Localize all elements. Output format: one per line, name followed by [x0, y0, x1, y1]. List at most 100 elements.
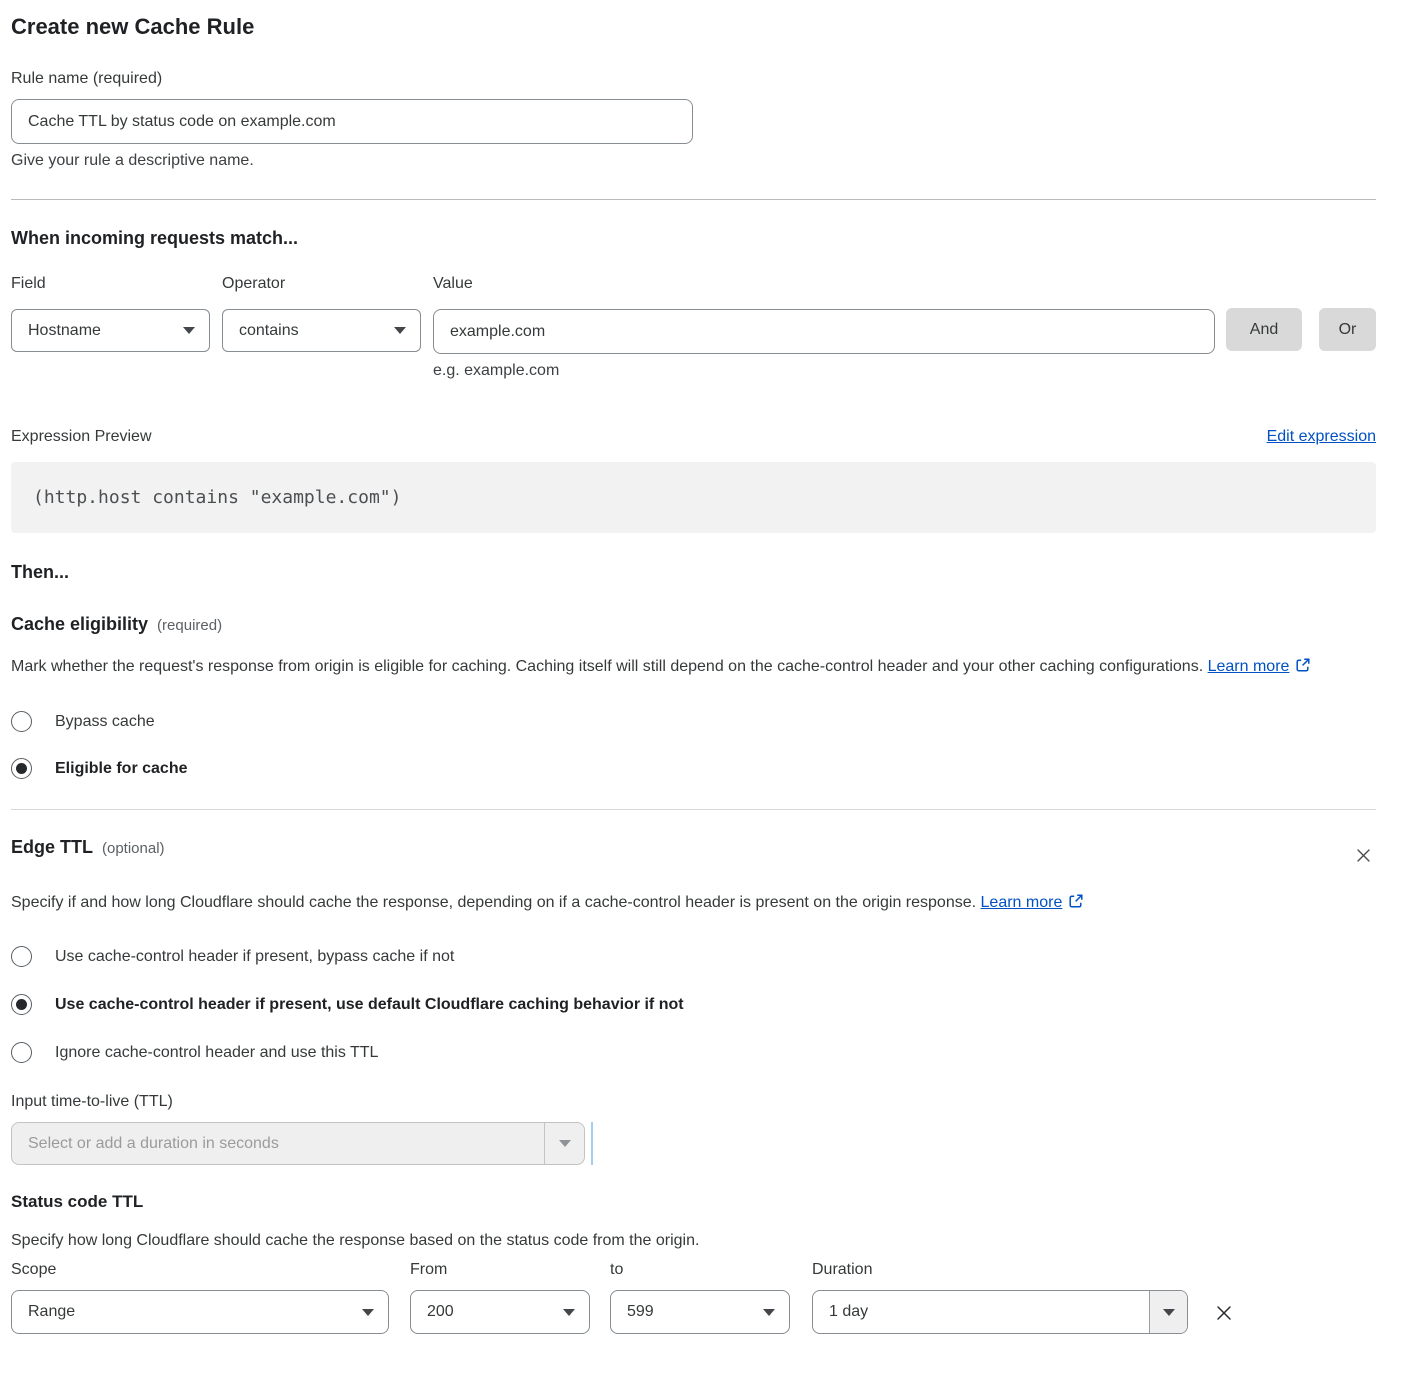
- status-code-ttl-description: Specify how long Cloudflare should cache…: [11, 1232, 1376, 1250]
- close-icon: [1212, 1313, 1236, 1328]
- to-column: to 599: [610, 1261, 790, 1334]
- ttl-duration-placeholder: Select or add a duration in seconds: [12, 1123, 544, 1164]
- create-cache-rule-form: Create new Cache Rule Rule name (require…: [11, 0, 1376, 1334]
- edge-ttl-option-bypass[interactable]: Use cache-control header if present, byp…: [11, 946, 1376, 967]
- to-select-value: 599: [627, 1303, 654, 1321]
- radio-checked-icon: [11, 758, 32, 779]
- external-link-icon: [1068, 891, 1084, 919]
- operator-select[interactable]: contains: [222, 309, 421, 352]
- ttl-duration-select[interactable]: Select or add a duration in seconds: [11, 1122, 585, 1165]
- bypass-cache-label: Bypass cache: [55, 713, 155, 731]
- text-cursor: [591, 1122, 593, 1165]
- field-select[interactable]: Hostname: [11, 309, 210, 352]
- edge-ttl-description-text: Specify if and how long Cloudflare shoul…: [11, 894, 976, 911]
- bypass-cache-option[interactable]: Bypass cache: [11, 711, 1376, 732]
- expression-preview-box: (http.host contains "example.com"): [11, 462, 1376, 533]
- cache-eligibility-required-note: (required): [157, 617, 222, 634]
- chevron-down-icon: [763, 1309, 775, 1316]
- close-icon: [1353, 854, 1374, 869]
- expression-header: Expression Preview Edit expression: [11, 428, 1376, 446]
- edge-ttl-option-bypass-label: Use cache-control header if present, byp…: [55, 948, 454, 966]
- edge-ttl-option-default[interactable]: Use cache-control header if present, use…: [11, 994, 1376, 1015]
- external-link-icon: [1295, 655, 1311, 683]
- remove-status-ttl-row-button[interactable]: [1210, 1299, 1238, 1330]
- to-select[interactable]: 599: [610, 1290, 790, 1334]
- rule-name-helper: Give your rule a descriptive name.: [11, 152, 1376, 170]
- chevron-down-icon: [563, 1309, 575, 1316]
- scope-select[interactable]: Range: [11, 1290, 389, 1334]
- cache-eligibility-heading-row: Cache eligibility (required): [11, 614, 1376, 635]
- value-label: Value: [433, 275, 1215, 293]
- radio-checked-icon: [11, 994, 32, 1015]
- duration-select-value: 1 day: [813, 1291, 1149, 1333]
- page-title: Create new Cache Rule: [11, 0, 1376, 40]
- duration-select-arrow[interactable]: [1149, 1291, 1187, 1333]
- cache-eligibility-learn-more-link[interactable]: Learn more: [1208, 658, 1290, 675]
- to-label: to: [610, 1261, 790, 1279]
- expression-code: (http.host contains "example.com"): [33, 487, 401, 508]
- scope-label: Scope: [11, 1261, 389, 1279]
- ttl-input-group: Input time-to-live (TTL) Select or add a…: [11, 1093, 1376, 1165]
- value-input[interactable]: [433, 309, 1215, 354]
- edge-ttl-option-ignore[interactable]: Ignore cache-control header and use this…: [11, 1042, 1376, 1063]
- edge-ttl-heading-group: Edge TTL (optional): [11, 837, 165, 858]
- chevron-down-icon: [183, 327, 195, 334]
- chevron-down-icon: [394, 327, 406, 334]
- value-column: Value e.g. example.com: [433, 275, 1215, 380]
- cache-eligibility-heading: Cache eligibility: [11, 614, 148, 635]
- from-select-value: 200: [427, 1303, 454, 1321]
- ttl-duration-arrow[interactable]: [544, 1123, 584, 1164]
- status-code-ttl-heading: Status code TTL: [11, 1192, 1376, 1212]
- edge-ttl-option-ignore-label: Ignore cache-control header and use this…: [55, 1044, 378, 1062]
- eligible-for-cache-label: Eligible for cache: [55, 760, 187, 778]
- cache-eligibility-options: Bypass cache Eligible for cache: [11, 711, 1376, 779]
- duration-column: Duration 1 day: [812, 1261, 1188, 1334]
- chevron-down-icon: [559, 1140, 571, 1147]
- eligible-for-cache-option[interactable]: Eligible for cache: [11, 758, 1376, 779]
- edit-expression-link[interactable]: Edit expression: [1267, 428, 1376, 446]
- operator-column: Operator contains: [222, 275, 421, 352]
- duration-label: Duration: [812, 1261, 1188, 1279]
- and-button[interactable]: And: [1226, 308, 1302, 351]
- edge-ttl-heading: Edge TTL: [11, 837, 93, 858]
- section-divider: [11, 199, 1376, 200]
- scope-select-value: Range: [28, 1303, 75, 1321]
- ttl-input-row: Select or add a duration in seconds: [11, 1122, 1376, 1165]
- operator-select-value: contains: [239, 322, 299, 340]
- from-select[interactable]: 200: [410, 1290, 590, 1334]
- value-helper: e.g. example.com: [433, 362, 1215, 380]
- edge-ttl-option-default-label: Use cache-control header if present, use…: [55, 996, 684, 1014]
- edge-ttl-optional-note: (optional): [102, 840, 165, 857]
- chevron-down-icon: [1163, 1309, 1175, 1316]
- ttl-input-label: Input time-to-live (TTL): [11, 1093, 1376, 1111]
- match-heading: When incoming requests match...: [11, 228, 1376, 248]
- from-label: From: [410, 1261, 590, 1279]
- edge-ttl-description: Specify if and how long Cloudflare shoul…: [11, 889, 1351, 919]
- scope-column: Scope Range: [11, 1261, 389, 1334]
- radio-unchecked-icon: [11, 1042, 32, 1063]
- field-select-value: Hostname: [28, 322, 101, 340]
- match-row: Field Hostname Operator contains Value e…: [11, 275, 1376, 380]
- rule-name-group: Rule name (required) Give your rule a de…: [11, 70, 1376, 170]
- cache-eligibility-description: Mark whether the request's response from…: [11, 653, 1351, 683]
- field-label: Field: [11, 275, 210, 293]
- edge-ttl-close-button[interactable]: [1351, 843, 1376, 871]
- operator-label: Operator: [222, 275, 421, 293]
- rule-name-label: Rule name (required): [11, 70, 1376, 88]
- field-column: Field Hostname: [11, 275, 210, 352]
- edge-ttl-heading-row: Edge TTL (optional): [11, 837, 1376, 871]
- radio-unchecked-icon: [11, 946, 32, 967]
- or-button[interactable]: Or: [1319, 308, 1376, 351]
- radio-unchecked-icon: [11, 711, 32, 732]
- rule-name-input[interactable]: [11, 99, 693, 144]
- duration-select[interactable]: 1 day: [812, 1290, 1188, 1334]
- cache-eligibility-description-text: Mark whether the request's response from…: [11, 658, 1203, 675]
- chevron-down-icon: [362, 1309, 374, 1316]
- then-heading: Then...: [11, 562, 1376, 582]
- expression-preview-label: Expression Preview: [11, 428, 152, 446]
- edge-ttl-options: Use cache-control header if present, byp…: [11, 946, 1376, 1063]
- edge-ttl-learn-more-link[interactable]: Learn more: [981, 894, 1063, 911]
- from-column: From 200: [410, 1261, 590, 1334]
- status-code-ttl-row: Scope Range From 200 to 599 Duration 1 d…: [11, 1261, 1376, 1334]
- section-divider: [11, 809, 1376, 810]
